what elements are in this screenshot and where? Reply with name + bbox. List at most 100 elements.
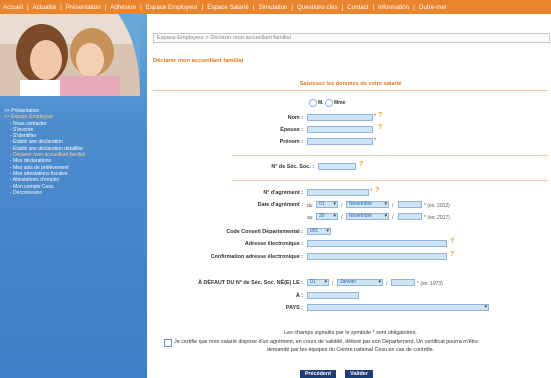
date-from-year-input[interactable] [398, 201, 422, 208]
date-to-example: * (ex: 2017) [424, 215, 450, 221]
email-label: Adresse électronique : [244, 241, 303, 247]
birth-slash-2: / [386, 281, 388, 287]
date-agrement-label: Date d'agrément : [257, 202, 303, 208]
nav-link[interactable]: Accueil [3, 4, 23, 11]
previous-button[interactable]: Précédent [300, 370, 336, 378]
nav-separator: | [291, 3, 293, 11]
date-from-prefix: du [307, 203, 313, 209]
civility-m-label: M. [318, 100, 324, 106]
nav-separator: | [252, 3, 255, 11]
birth-month-value: Janvier [340, 279, 357, 285]
secu-help-icon[interactable]: ? [359, 161, 363, 168]
nav-link[interactable]: Contact [347, 4, 368, 11]
nav-separator: | [60, 3, 62, 11]
civility-mme-radio[interactable] [325, 99, 333, 107]
civility-m-radio[interactable] [309, 99, 317, 107]
date-to-day-select[interactable]: 30 ▾ [316, 213, 338, 220]
birth-month-select[interactable]: Janvier ▾ [337, 279, 383, 286]
divider [232, 180, 548, 181]
agrement-help-icon[interactable]: ? [375, 187, 379, 194]
chevron-down-icon: ▾ [333, 201, 336, 207]
date-to-slash: / [341, 215, 343, 221]
sidebar-menu: >> Présentation >> Espace Employeur - Nous… [4, 108, 144, 196]
email-help-icon[interactable]: ? [450, 238, 454, 245]
agrement-label: N° d'agrément : [263, 190, 303, 196]
divider [232, 155, 548, 156]
epouse-label: Épouse : [280, 127, 303, 133]
date-to-month-value: Novembre [349, 213, 373, 219]
email-confirm-help-icon[interactable]: ? [450, 251, 454, 258]
nav-link[interactable]: Actualité [33, 4, 57, 11]
nav-link[interactable]: Simulation [258, 4, 287, 11]
nav-link[interactable]: Espace Employeur [146, 4, 198, 11]
secu-input[interactable] [318, 163, 356, 170]
date-from-slash: / [341, 203, 343, 209]
country-label: PAYS : [285, 305, 303, 311]
chevron-down-icon: ▾ [333, 213, 336, 219]
sidebar: >> Présentation >> Espace Employeur - Nous… [0, 14, 147, 378]
nav-separator: | [372, 3, 375, 11]
certify-checkbox[interactable] [164, 339, 172, 347]
mandatory-note: Les champs signalés par le symbole * son… [284, 330, 417, 336]
chevron-down-icon: ▾ [326, 228, 329, 234]
certify-text-line-2: demandé par les équipes du Centre nation… [266, 347, 435, 353]
nav-separator: | [413, 3, 415, 11]
email-input[interactable] [307, 240, 447, 247]
section-title: Saisissez les données de votre salarié [299, 81, 402, 87]
divider [153, 90, 548, 91]
validate-button[interactable]: Valider [345, 370, 373, 378]
nom-label: Nom : [287, 115, 303, 121]
nav-link[interactable]: Adhésion [110, 4, 136, 11]
nom-help-icon[interactable]: ? [378, 112, 382, 119]
birth-day-value: 01 [310, 279, 316, 285]
code-dept-label: Code Conseil Départemental : [226, 229, 303, 235]
birth-place-input[interactable] [307, 292, 359, 299]
secu-label: N° de Séc. Soc. : [271, 164, 314, 170]
code-dept-value: 001 [310, 228, 319, 234]
birth-example: * (ex: 1973) [417, 281, 443, 287]
date-from-month-value: Novembre [349, 201, 373, 207]
header-photo [0, 14, 140, 96]
date-from-day-select[interactable]: 01 ▾ [316, 201, 338, 208]
birth-day-select[interactable]: 01 ▾ [307, 279, 329, 286]
breadcrumb: Espace Employeur > Déclarer mon accueill… [153, 33, 550, 43]
nav-link[interactable]: Information [378, 4, 409, 11]
nom-input[interactable] [307, 114, 373, 121]
birth-slash: / [332, 281, 334, 287]
civility-mme-label: Mme [334, 100, 346, 106]
epouse-help-icon[interactable]: ? [378, 124, 382, 131]
page-title: Déclarer mon accueillant familial [153, 58, 244, 64]
email-confirm-label: Confirmation adresse électronique : [210, 254, 303, 260]
epouse-input[interactable] [307, 126, 373, 133]
date-from-month-select[interactable]: Novembre ▾ [346, 201, 389, 208]
country-select[interactable]: ▾ [307, 304, 489, 311]
date-to-slash-2: / [392, 215, 394, 221]
certify-text-line-1: Je certifie que mon salarié dispose d'un… [174, 339, 479, 345]
code-dept-select[interactable]: 001 ▾ [307, 228, 331, 235]
date-from-example: * (ex: 2012) [424, 203, 450, 209]
prenom-input[interactable] [307, 138, 373, 145]
agrement-required-mark: * [370, 189, 373, 195]
birth-label: À DÉFAUT DU N° de Séc. Soc. NÉ(E) LE : [198, 280, 303, 286]
birth-year-input[interactable] [391, 279, 415, 286]
date-from-day-value: 01 [319, 201, 325, 207]
nav-link[interactable]: Espace Salarié [207, 4, 249, 11]
agrement-input[interactable] [307, 189, 369, 196]
date-from-slash-2: / [392, 203, 394, 209]
date-to-month-select[interactable]: Novembre ▾ [346, 213, 389, 220]
birth-place-label: À : [295, 293, 303, 299]
prenom-label: Prénom : [279, 139, 303, 145]
nom-required-mark: * [374, 114, 377, 120]
chevron-down-icon: ▾ [384, 201, 387, 207]
nav-link[interactable]: Présentation [66, 4, 101, 11]
date-to-year-input[interactable] [398, 213, 422, 220]
nav-link[interactable]: Outre-mer [419, 4, 447, 11]
nav-link[interactable]: Questions clés [297, 4, 338, 11]
chevron-down-icon: ▾ [484, 304, 487, 310]
email-confirm-input[interactable] [307, 253, 447, 260]
nav-separator: | [140, 3, 142, 11]
top-navigation: Accueil | Actualité | Présentation | Adhésion |… [0, 0, 551, 14]
sidebar-item[interactable]: - Déconnexion [4, 190, 144, 196]
nav-separator: | [104, 3, 107, 11]
nav-separator: | [26, 3, 29, 11]
